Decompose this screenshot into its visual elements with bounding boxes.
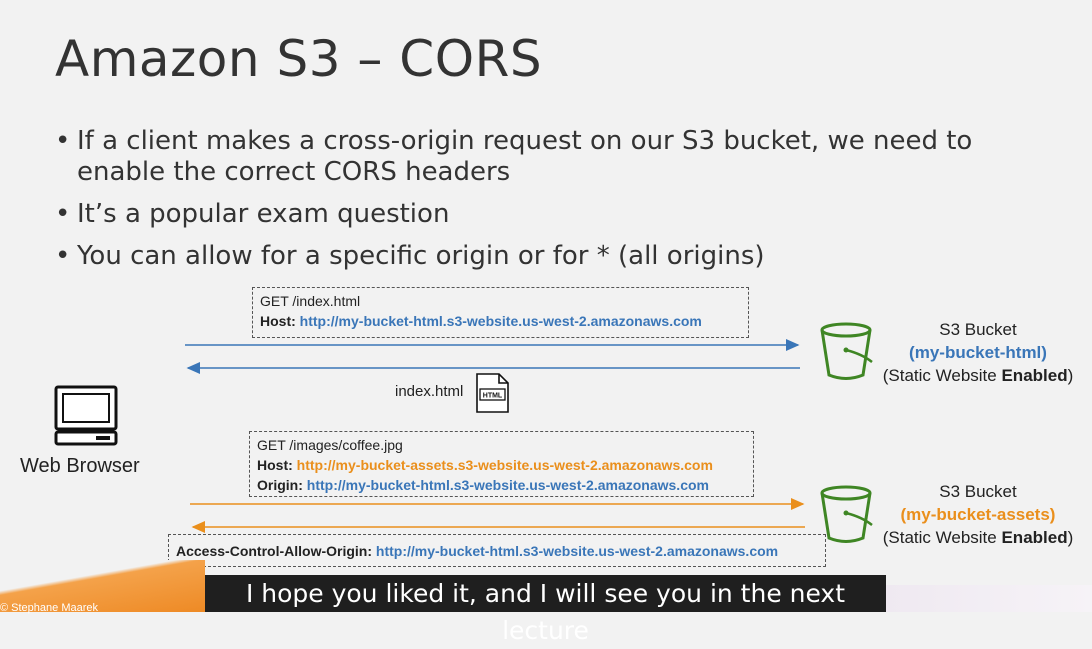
bucket2-static: (Static Website Enabled) xyxy=(882,528,1074,547)
bullet-item: You can allow for a specific origin or f… xyxy=(55,241,1045,272)
computer-icon xyxy=(54,385,118,446)
request2-host-label: Host: xyxy=(257,457,293,473)
bucket2-label: S3 Bucket (my-bucket-assets) (Static Web… xyxy=(868,480,1088,549)
request1-box: GET /index.html Host: http://my-bucket-h… xyxy=(252,287,749,338)
bullet-list: If a client makes a cross-origin request… xyxy=(55,126,1045,283)
request2-box: GET /images/coffee.jpg Host: http://my-b… xyxy=(249,431,754,497)
request1-host-label: Host: xyxy=(260,313,296,329)
html-icon-text: HTML xyxy=(483,393,503,400)
request2-origin-value: http://my-bucket-html.s3-website.us-west… xyxy=(306,477,709,493)
copyright-text: © Stephane Maarek xyxy=(0,602,98,614)
bullet-item: It’s a popular exam question xyxy=(55,199,1045,230)
bucket2-title: S3 Bucket xyxy=(939,482,1017,501)
request1-host-value: http://my-bucket-html.s3-website.us-west… xyxy=(299,313,702,329)
bullet-item: If a client makes a cross-origin request… xyxy=(55,126,1045,188)
slide-title: Amazon S3 – CORS xyxy=(55,30,543,88)
bucket1-label: S3 Bucket (my-bucket-html) (Static Websi… xyxy=(868,318,1088,387)
request2-origin-label: Origin: xyxy=(257,477,303,493)
response1-label: index.html xyxy=(395,383,464,400)
video-subtitle: I hope you liked it, and I will see you … xyxy=(205,575,886,645)
html-file-icon: HTML xyxy=(476,373,509,413)
request2-line: GET /images/coffee.jpg xyxy=(257,437,403,453)
request1-line: GET /index.html xyxy=(260,293,361,309)
response2-box: Access-Control-Allow-Origin: http://my-b… xyxy=(168,534,826,567)
right-decoration xyxy=(886,585,1092,612)
bucket1-title: S3 Bucket xyxy=(939,320,1017,339)
bucket2-name: (my-bucket-assets) xyxy=(900,505,1056,524)
bucket1-static: (Static Website Enabled) xyxy=(882,366,1074,385)
request2-host-value: http://my-bucket-assets.s3-website.us-we… xyxy=(296,457,713,473)
bucket1-name: (my-bucket-html) xyxy=(909,343,1047,362)
response2-header-label: Access-Control-Allow-Origin: xyxy=(176,543,373,559)
response2-header-value: http://my-bucket-html.s3-website.us-west… xyxy=(375,543,779,559)
browser-label: Web Browser xyxy=(20,455,140,477)
